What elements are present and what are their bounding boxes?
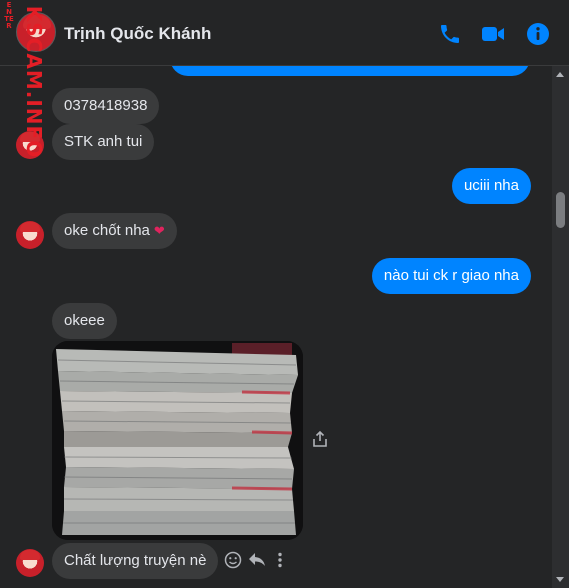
info-icon[interactable]: [526, 22, 550, 46]
contact-avatar-small[interactable]: [16, 131, 44, 159]
heart-emoji: ❤: [153, 223, 165, 238]
message-bubble-incoming[interactable]: Chất lượng truyện nè: [52, 543, 219, 579]
message-text: oke chốt nha: [64, 222, 150, 239]
phone-icon[interactable]: [438, 22, 462, 46]
photo-stack-of-books: [52, 341, 303, 540]
message-bubble-outgoing[interactable]: nào tui ck r giao nha: [371, 258, 531, 294]
contact-avatar-small[interactable]: [16, 221, 44, 249]
chat-header: Trịnh Quốc Khánh: [0, 0, 569, 66]
message-bubble-incoming[interactable]: oke chốt nha ❤: [52, 213, 177, 249]
contact-name[interactable]: Trịnh Quốc Khánh: [64, 24, 211, 44]
more-options-icon[interactable]: [277, 552, 283, 573]
message-bubble-incoming[interactable]: STK anh tui: [52, 124, 155, 160]
message-bubble-outgoing[interactable]: [170, 66, 530, 76]
message-bubble-incoming[interactable]: okeee: [52, 303, 117, 339]
scrollbar-thumb[interactable]: [556, 192, 565, 228]
scroll-up-arrow-icon[interactable]: [556, 72, 564, 77]
video-icon[interactable]: [481, 22, 505, 46]
reply-icon[interactable]: [248, 552, 266, 573]
contact-avatar[interactable]: [16, 12, 56, 52]
scrollbar[interactable]: [552, 66, 569, 588]
react-icon[interactable]: [224, 551, 242, 574]
message-list[interactable]: 0378418938 STK anh tui uciii nha oke chố…: [0, 66, 552, 588]
share-icon[interactable]: [312, 430, 328, 453]
message-bubble-outgoing[interactable]: uciii nha: [451, 168, 531, 204]
scroll-down-arrow-icon[interactable]: [556, 577, 564, 582]
contact-avatar-small[interactable]: [16, 549, 44, 577]
photo-attachment[interactable]: [52, 341, 303, 540]
message-bubble-incoming[interactable]: 0378418938: [52, 88, 160, 124]
